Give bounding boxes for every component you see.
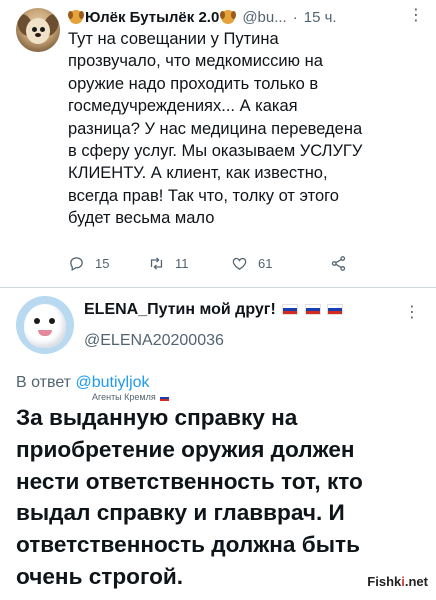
author-handle[interactable]: @bu... [242,9,286,26]
reply-button[interactable]: 15 [68,253,109,273]
author-name[interactable]: Юлёк Бутылёк 2.0 [85,9,219,26]
like-button[interactable]: 61 [231,253,272,273]
tweet-text: Тут на совещании у Путина прозвучало, чт… [68,30,363,228]
reply-to-handle-link[interactable]: @butiyljok [75,374,149,391]
share-button[interactable] [330,253,357,273]
reply-tweet-text: За выданную справку на приобретение оруж… [16,405,363,589]
author-avatar[interactable] [16,8,60,52]
replying-to: В ответ @butiyljok [16,374,150,392]
reply-count: 15 [95,255,110,271]
watermark: Fishki.net [367,574,428,589]
reply-author-handle[interactable]: @ELENA20200036 [84,332,224,350]
tweet-divider [0,287,436,288]
retweet-icon [150,256,163,270]
reply-icon [70,256,83,271]
like-count: 61 [258,255,273,271]
retweet-button[interactable]: 11 [148,253,189,273]
tweet-time[interactable]: 15 ч. [304,9,337,26]
reply-prefix: В ответ [16,374,72,391]
retweet-count: 11 [175,255,189,271]
tweet-header: Юлёк Бутылёк 2.0 @bu... · 15 ч. [68,6,422,28]
russia-flag-icon [282,304,299,316]
watermark-part: .net [404,574,428,589]
separator-dot: · [292,8,298,26]
watermark-part: Fishk [367,574,402,589]
share-icon [331,255,346,271]
russia-flag-icon [304,304,321,316]
russia-flag-icon [327,304,344,316]
reply-author-avatar[interactable] [16,296,74,354]
more-options-icon[interactable]: ⋮ [404,302,420,322]
russia-flag-icon [160,394,170,401]
dog-emoji-icon [220,10,237,24]
agent-label-text: Агенты Кремля [92,392,156,402]
tweet-actions: 15 11 61 [68,253,368,273]
reply-author-name: ELENA_Путин мой друг! [84,301,276,318]
reply-author-name-row[interactable]: ELENA_Путин мой друг! [84,301,344,319]
dog-emoji-icon [68,10,84,24]
like-icon [232,257,247,270]
account-label: Агенты Кремля [92,392,170,402]
tweet-original: Юлёк Бутылёк 2.0 @bu... · 15 ч. ⋮ Тут на… [0,0,436,287]
more-options-icon[interactable]: ⋮ [408,6,424,26]
